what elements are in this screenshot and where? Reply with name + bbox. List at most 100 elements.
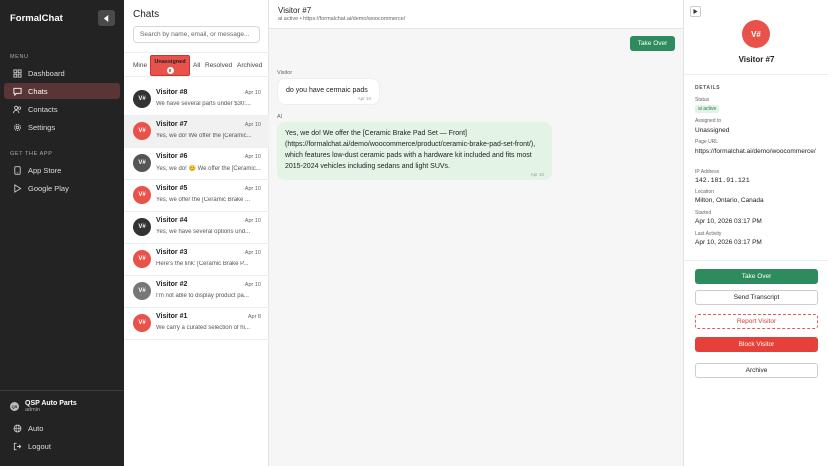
chats-panel: Chats Mine Unassigned 8 All Resolved Arc…	[124, 0, 269, 466]
chat-visitor-name: Visitor #8	[156, 89, 188, 96]
visitor-avatar: V#	[133, 186, 151, 204]
collapse-sidebar-button[interactable]	[98, 10, 115, 26]
details-section-label: DETAILS	[695, 85, 721, 91]
language-label: Auto	[28, 423, 44, 433]
chat-list-item[interactable]: V# Visitor #5 Apr 10 Yes, we offer the [Cer…	[124, 180, 269, 212]
filter-all[interactable]: All	[193, 62, 200, 69]
workspace-role: admin	[25, 407, 40, 413]
ip-value: 142.181.91.121	[695, 177, 750, 184]
chat-list-item[interactable]: V# Visitor #3 Apr 10 Here's the link: [Cera…	[124, 244, 269, 276]
visitor-label: Visitor	[277, 70, 293, 76]
filter-mine[interactable]: Mine	[133, 62, 147, 69]
google-play-label: Google Play	[28, 183, 69, 193]
chat-visitor-name: Visitor #4	[156, 217, 188, 224]
chat-visitor-name: Visitor #7	[156, 121, 188, 128]
nav-chats-label: Chats	[28, 86, 48, 96]
visitor-avatar: V#	[133, 122, 151, 140]
menu-section-label: MENU	[10, 54, 29, 60]
assigned-value: Unassigned	[695, 127, 730, 134]
status-label: Status	[695, 97, 710, 103]
started-label: Started	[695, 210, 712, 216]
sidebar: FormalChat MENU Dashboard Chats Contacts…	[0, 0, 124, 466]
chat-preview: We have several parts under $30:...	[156, 101, 251, 107]
visitor-message-time: Apr 10	[357, 96, 371, 101]
page-url-value: https://formalchat.ai/demo/woocommerce/	[695, 148, 816, 155]
assigned-label: Assigned to	[695, 118, 722, 124]
archive-button[interactable]: Archive	[695, 363, 818, 378]
chat-date: Apr 10	[244, 122, 261, 128]
chat-date: Apr 10	[244, 186, 261, 192]
apple-icon	[12, 165, 22, 175]
nav-settings-label: Settings	[28, 122, 56, 132]
google-play-link[interactable]: Google Play	[4, 180, 120, 196]
visitor-avatar: V#	[133, 314, 151, 332]
actions-divider	[684, 260, 828, 261]
filter-resolved[interactable]: Resolved	[205, 62, 232, 69]
sidebar-divider	[0, 390, 124, 391]
chevron-left-icon	[103, 14, 109, 22]
play-store-icon	[12, 183, 22, 193]
visitor-avatar: V#	[133, 154, 151, 172]
last-activity-value: Apr 10, 2026 03:17 PM	[695, 239, 762, 246]
chat-preview: Yes, we do! We offer the [Ceramic...	[156, 133, 252, 139]
people-icon	[12, 104, 22, 114]
page-url-label: Page URL	[695, 139, 719, 145]
toggle-panel-button[interactable]	[690, 6, 701, 17]
nav-settings[interactable]: Settings	[4, 119, 120, 135]
get-app-section-label: GET THE APP	[10, 151, 53, 157]
chat-preview: Yes, we have several options und...	[156, 229, 251, 235]
grid-icon	[12, 68, 22, 78]
search-input[interactable]	[133, 26, 260, 43]
panel-take-over-button[interactable]: Take Over	[695, 269, 818, 284]
app-store-label: App Store	[28, 165, 62, 175]
chat-preview: Yes, we do! 😊 We offer the [Ceramic...	[156, 166, 261, 172]
chat-preview: Yes, we offer the [Ceramic Brake ...	[156, 197, 251, 203]
chat-list-item[interactable]: V# Visitor #2 Apr 10 I'm not able to displa…	[124, 276, 269, 308]
conversation-subtitle: ai active • https://formalchat.ai/demo/w…	[278, 16, 406, 22]
visitor-message: do you have cermaic pads Apr 10	[277, 78, 380, 105]
brand-logo: FormalChat	[10, 13, 63, 24]
chat-preview: Here's the link: [Ceramic Brake P...	[156, 261, 249, 267]
chat-list-item[interactable]: V# Visitor #7 Apr 10 Yes, we do! We offer t…	[124, 116, 269, 148]
nav-dashboard-label: Dashboard	[28, 68, 65, 78]
visitor-avatar: V#	[133, 250, 151, 268]
logout-button[interactable]: Logout	[4, 438, 120, 454]
visitor-message-text: do you have cermaic pads	[286, 87, 368, 94]
block-visitor-button[interactable]: Block Visitor	[695, 337, 818, 352]
take-over-button[interactable]: Take Over	[630, 36, 675, 51]
visitor-name: Visitor #7	[738, 55, 775, 64]
workspace-avatar: QS	[10, 402, 19, 411]
started-value: Apr 10, 2026 03:17 PM	[695, 218, 762, 225]
nav-dashboard[interactable]: Dashboard	[4, 65, 120, 81]
chat-list-item[interactable]: V# Visitor #8 Apr 10 We have several parts …	[124, 84, 269, 116]
language-auto[interactable]: Auto	[4, 420, 120, 436]
unassigned-count-badge: 8	[166, 67, 174, 74]
visitor-avatar: V#	[133, 90, 151, 108]
chat-visitor-name: Visitor #2	[156, 281, 188, 288]
ai-message: Yes, we do! We offer the [Ceramic Brake …	[277, 122, 552, 180]
filter-archived[interactable]: Archived	[237, 62, 262, 69]
nav-chats[interactable]: Chats	[4, 83, 120, 99]
send-transcript-button[interactable]: Send Transcript	[695, 290, 818, 305]
workspace-switcher[interactable]: QS QSP Auto Parts admin	[10, 400, 77, 413]
chat-list-item[interactable]: V# Visitor #1 Apr 8 We carry a curated sele…	[124, 308, 269, 340]
chat-date: Apr 8	[247, 314, 261, 320]
chat-list-item[interactable]: V# Visitor #4 Apr 10 Yes, we have several o…	[124, 212, 269, 244]
chat-date: Apr 10	[244, 250, 261, 256]
chat-date: Apr 10	[244, 218, 261, 224]
chat-list-item[interactable]: V# Visitor #6 Apr 10 Yes, we do! 😊 We offer…	[124, 148, 269, 180]
chat-preview: We carry a curated selection of hi...	[156, 325, 250, 331]
details-divider	[684, 74, 828, 75]
chats-title: Chats	[133, 9, 160, 20]
workspace-name: QSP Auto Parts	[25, 400, 77, 407]
report-visitor-button[interactable]: Report Visitor	[695, 314, 818, 329]
chat-visitor-name: Visitor #1	[156, 313, 188, 320]
chat-visitor-name: Visitor #3	[156, 249, 188, 256]
chat-visitor-name: Visitor #6	[156, 153, 188, 160]
filter-unassigned[interactable]: Unassigned 8	[150, 55, 190, 76]
chat-icon	[12, 86, 22, 96]
globe-icon	[12, 423, 22, 433]
visitor-avatar: V#	[742, 20, 770, 48]
app-store-link[interactable]: App Store	[4, 162, 120, 178]
nav-contacts[interactable]: Contacts	[4, 101, 120, 117]
